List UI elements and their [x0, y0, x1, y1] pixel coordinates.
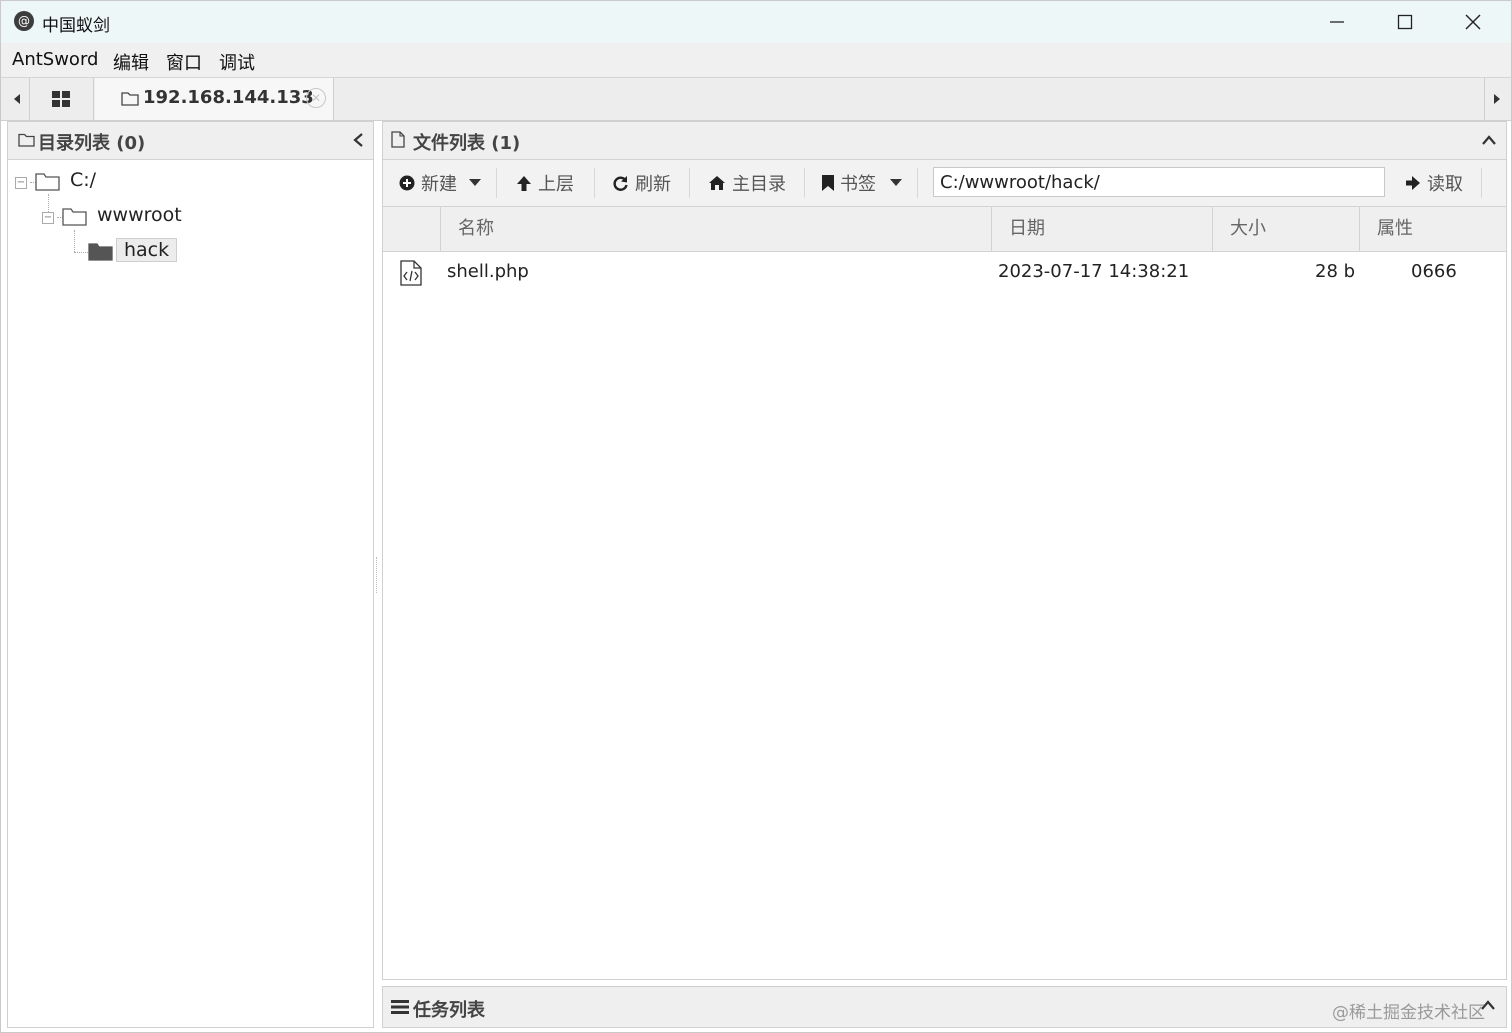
folder-icon: [121, 92, 139, 106]
column-header-attr[interactable]: 属性: [1359, 207, 1506, 251]
menu-window[interactable]: 窗口: [166, 49, 202, 75]
grid-icon: [52, 91, 70, 107]
tree-node-label: C:/: [70, 169, 97, 191]
file-name: shell.php: [447, 261, 529, 282]
bookmark-label: 书签: [840, 174, 876, 195]
refresh-icon: [613, 175, 628, 191]
toolbar-divider: [496, 168, 497, 198]
app-window: @ 中国蚁剑 AntSword 编辑 窗口 调试 192.168.144.133…: [0, 0, 1512, 1033]
up-level-button[interactable]: 上层: [516, 170, 574, 196]
plus-circle-icon: [399, 175, 415, 191]
folder-icon: [62, 208, 87, 226]
column-header-date[interactable]: 日期: [991, 207, 1212, 251]
read-path-button[interactable]: 读取: [1405, 170, 1463, 196]
menu-debug[interactable]: 调试: [219, 49, 255, 75]
tab-close-icon[interactable]: ✕: [306, 88, 326, 108]
tree-node-label: hack: [116, 238, 178, 262]
tree-node-c-drive[interactable]: − C:/: [8, 168, 368, 196]
collapse-icon[interactable]: −: [15, 177, 27, 189]
menu-antsword[interactable]: AntSword: [12, 49, 98, 70]
refresh-button[interactable]: 刷新: [612, 170, 671, 196]
tree-node-hack[interactable]: hack: [8, 238, 368, 266]
toolbar-divider: [804, 168, 805, 198]
file-toolbar: 新建 上层 刷新 主目录 书签 C:/wwwroot/hack/ 读取: [383, 160, 1506, 207]
file-icon: [391, 131, 405, 148]
home-dir-label: 主目录: [732, 174, 786, 195]
title-bar: @ 中国蚁剑: [1, 1, 1511, 43]
toolbar-divider: [594, 168, 595, 198]
antsword-logo-icon: @: [14, 11, 34, 31]
tab-scroll-left-button[interactable]: [5, 78, 30, 120]
column-header-name[interactable]: 名称: [440, 207, 991, 251]
minimize-icon: [1330, 21, 1344, 23]
directory-panel: 目录列表 (0) − C:/ − wwwroot hack: [7, 121, 374, 1028]
watermark-text: @稀土掘金技术社区: [1332, 1003, 1485, 1023]
caret-right-icon: [1494, 94, 1500, 104]
arrow-up-icon: [517, 175, 531, 191]
menu-edit[interactable]: 编辑: [113, 49, 149, 75]
directory-panel-header: 目录列表 (0): [8, 122, 373, 160]
close-button[interactable]: [1439, 1, 1507, 43]
toolbar-divider: [917, 168, 918, 198]
new-button-label: 新建: [421, 174, 457, 195]
window-title: 中国蚁剑: [42, 16, 110, 36]
collapse-icon[interactable]: −: [42, 212, 54, 224]
directory-tree: − C:/ − wwwroot hack: [8, 160, 373, 1027]
file-panel: 文件列表 (1) 新建 上层 刷新 主目录 书签 C:/wwwroot/hack…: [382, 121, 1507, 980]
caret-down-icon: [469, 179, 481, 186]
chevron-left-icon[interactable]: [351, 131, 365, 149]
home-dir-button[interactable]: 主目录: [708, 170, 786, 196]
bookmark-icon: [822, 175, 834, 191]
chevron-up-icon[interactable]: [1480, 133, 1498, 147]
list-icon: [391, 1000, 409, 1014]
file-grid-header: 名称 日期 大小 属性: [383, 207, 1506, 252]
tree-node-label: wwwroot: [97, 204, 182, 226]
folder-filled-icon: [88, 243, 113, 261]
up-level-label: 上层: [538, 174, 574, 195]
caret-left-icon: [14, 94, 20, 104]
caret-down-icon: [890, 179, 902, 186]
code-file-icon: [400, 260, 422, 286]
toolbar-divider: [689, 168, 690, 198]
panel-splitter[interactable]: [374, 121, 380, 1026]
file-row[interactable]: shell.php 2023-07-17 14:38:21 28 b 0666: [383, 252, 1506, 294]
read-path-label: 读取: [1427, 174, 1463, 195]
tab-home[interactable]: [29, 78, 94, 120]
tab-host[interactable]: 192.168.144.133 ✕: [95, 78, 334, 120]
tree-node-wwwroot[interactable]: − wwwroot: [8, 203, 368, 231]
close-icon: [1465, 14, 1481, 30]
splitter-grip: [376, 557, 379, 593]
path-input[interactable]: [933, 167, 1385, 197]
task-panel-title: 任务列表: [413, 1000, 485, 1021]
file-panel-header: 文件列表 (1): [383, 122, 1506, 160]
maximize-button[interactable]: [1371, 1, 1439, 43]
arrow-right-icon: [1406, 176, 1420, 190]
file-panel-title: 文件列表 (1): [413, 133, 521, 154]
new-button[interactable]: 新建: [399, 170, 481, 196]
file-date: 2023-07-17 14:38:21: [998, 261, 1190, 282]
folder-icon: [35, 173, 60, 191]
tab-host-label: 192.168.144.133: [143, 87, 314, 108]
menu-bar: AntSword 编辑 窗口 调试: [1, 43, 1511, 77]
file-size: 28 b: [1315, 261, 1356, 282]
file-attr: 0666: [1411, 261, 1457, 282]
toolbar-divider: [1481, 168, 1482, 198]
folder-icon: [18, 133, 35, 147]
home-icon: [709, 176, 725, 190]
tab-scroll-right-button[interactable]: [1484, 78, 1509, 120]
maximize-icon: [1397, 14, 1413, 30]
directory-panel-title: 目录列表 (0): [38, 133, 146, 154]
column-header-size[interactable]: 大小: [1212, 207, 1359, 251]
tab-bar: 192.168.144.133 ✕: [1, 77, 1511, 121]
minimize-button[interactable]: [1303, 1, 1371, 43]
refresh-label: 刷新: [635, 174, 671, 195]
bookmark-button[interactable]: 书签: [822, 170, 902, 196]
